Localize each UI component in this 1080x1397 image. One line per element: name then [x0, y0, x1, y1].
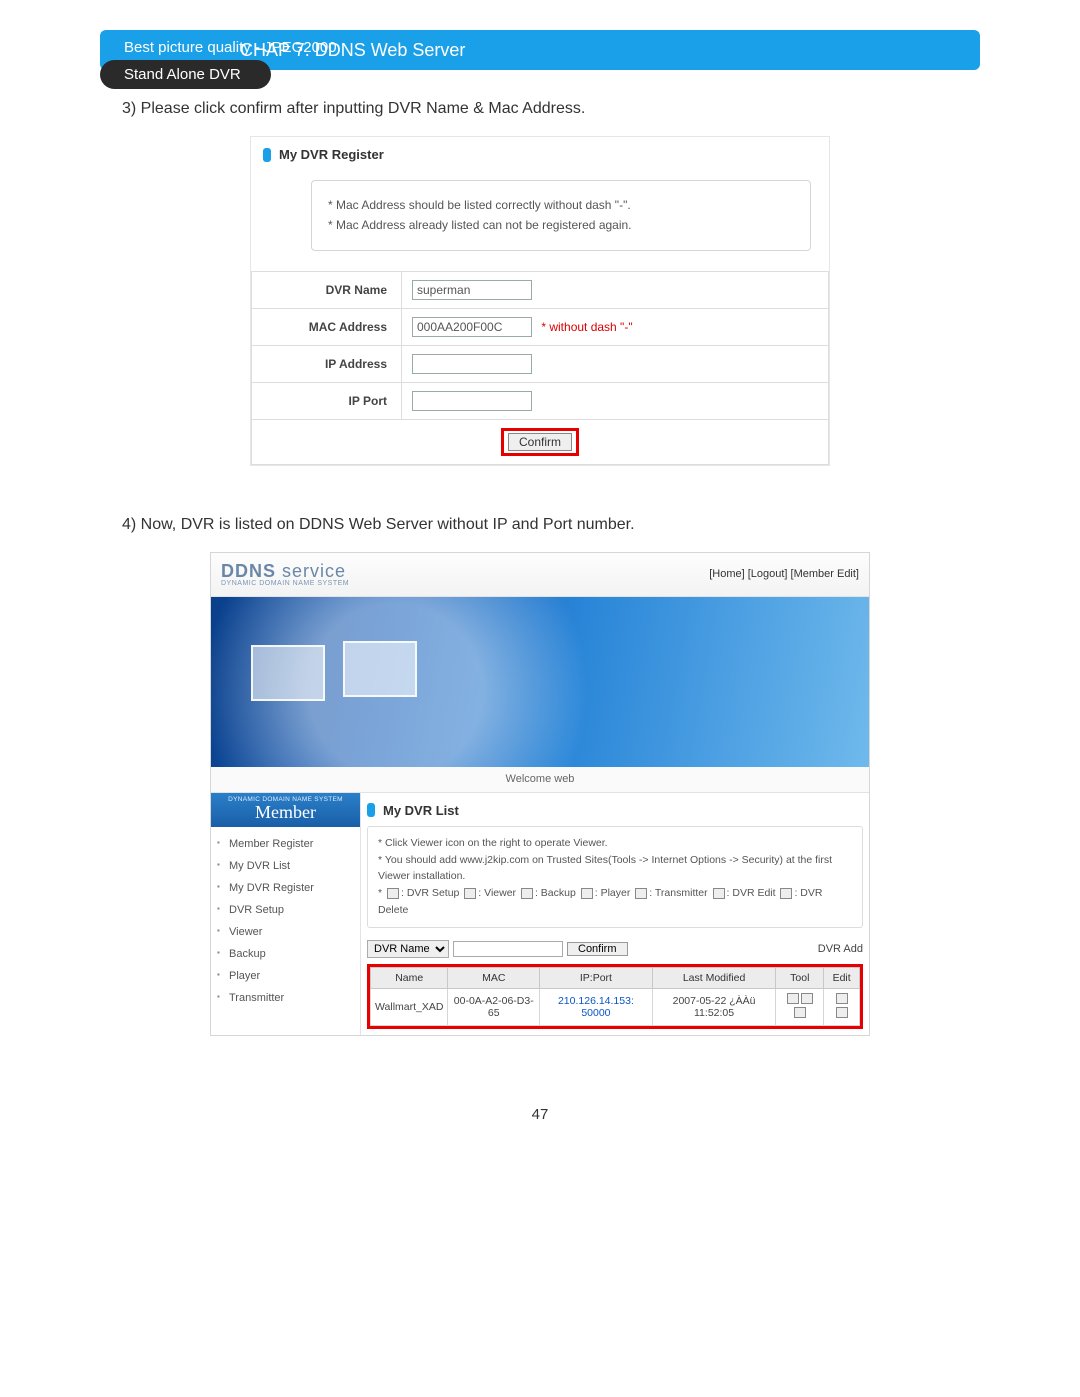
mac-hint: * without dash "-" — [541, 320, 632, 334]
tool-icon-3[interactable] — [794, 1007, 806, 1018]
ip-input[interactable] — [412, 354, 532, 374]
ddns-logo: DDNS service DYNAMIC DOMAIN NAME SYSTEM — [221, 561, 349, 587]
sidebar-item-my-dvr-list[interactable]: My DVR List — [211, 855, 360, 877]
main-content: My DVR List * Click Viewer icon on the r… — [361, 793, 869, 1035]
label-mac: MAC Address — [252, 308, 402, 345]
col-ipport: IP:Port — [540, 967, 653, 988]
search-input[interactable] — [453, 941, 563, 957]
legend-player: : Player — [595, 887, 634, 899]
col-edit: Edit — [824, 967, 860, 988]
search-confirm-button[interactable]: Confirm — [567, 942, 628, 956]
ddns-page: DDNS service DYNAMIC DOMAIN NAME SYSTEM … — [210, 552, 870, 1036]
sidebar-item-backup[interactable]: Backup — [211, 943, 360, 965]
legend-icon-transmitter — [635, 888, 647, 899]
delete-icon[interactable] — [836, 1007, 848, 1018]
list-title: My DVR List — [383, 803, 459, 818]
header-pill: Stand Alone DVR — [100, 60, 271, 89]
confirm-button[interactable]: Confirm — [508, 433, 572, 451]
sidebar-item-my-dvr-register[interactable]: My DVR Register — [211, 877, 360, 899]
register-notes: * Mac Address should be listed correctly… — [311, 180, 811, 251]
info-2: * You should add www.j2kip.com on Truste… — [378, 852, 852, 886]
label-dvr-name: DVR Name — [252, 271, 402, 308]
search-field-select[interactable]: DVR Name — [367, 940, 449, 958]
legend-icon-setup — [387, 888, 399, 899]
tool-icon-2[interactable] — [801, 993, 813, 1004]
page-header: Best picture quality - JPEG2000 CHAP 7. … — [100, 30, 980, 70]
register-title: My DVR Register — [279, 147, 384, 162]
legend-icon-edit — [713, 888, 725, 899]
cell-mac: 00-0A-A2-06-D3-65 — [448, 988, 540, 1025]
legend-icon-backup — [521, 888, 533, 899]
legend-icon-viewer — [464, 888, 476, 899]
sidebar-item-member-register[interactable]: Member Register — [211, 833, 360, 855]
sidebar-item-player[interactable]: Player — [211, 965, 360, 987]
info-box: * Click Viewer icon on the right to oper… — [367, 826, 863, 928]
logo-sub: service — [276, 561, 346, 581]
welcome-bar: Welcome web — [211, 767, 869, 793]
step-4-text: 4) Now, DVR is listed on DDNS Web Server… — [122, 516, 980, 534]
dvr-add-link[interactable]: DVR Add — [818, 943, 863, 955]
legend-edit: : DVR Edit — [727, 887, 779, 899]
label-ip: IP Address — [252, 345, 402, 382]
logo-main: DDNS — [221, 561, 276, 581]
legend-setup: : DVR Setup — [401, 887, 462, 899]
info-1: * Click Viewer icon on the right to oper… — [378, 835, 852, 852]
col-tool: Tool — [776, 967, 824, 988]
col-mac: MAC — [448, 967, 540, 988]
step-3-text: 3) Please click confirm after inputting … — [122, 100, 980, 118]
title-dot-icon — [367, 803, 375, 817]
col-name: Name — [371, 967, 448, 988]
cell-ipport[interactable]: 210.126.14.153: 50000 — [540, 988, 653, 1025]
banner-image — [211, 597, 869, 767]
top-links[interactable]: [Home] [Logout] [Member Edit] — [709, 568, 859, 580]
cell-tool — [776, 988, 824, 1025]
legend-icon-player — [581, 888, 593, 899]
sidebar-header: DYNAMIC DOMAIN NAME SYSTEM Member — [211, 793, 360, 827]
dvr-table-highlight: Name MAC IP:Port Last Modified Tool Edit… — [367, 964, 863, 1029]
legend-backup: : Backup — [535, 887, 579, 899]
label-port: IP Port — [252, 382, 402, 419]
legend-icon-delete — [780, 888, 792, 899]
col-modified: Last Modified — [652, 967, 776, 988]
sidebar-item-dvr-setup[interactable]: DVR Setup — [211, 899, 360, 921]
title-dot-icon — [263, 148, 271, 162]
register-form: DVR Name MAC Address * without dash "-" … — [251, 271, 829, 465]
cell-name: Wallmart_XAD — [371, 988, 448, 1025]
note-1: * Mac Address should be listed correctly… — [328, 195, 794, 215]
cell-edit — [824, 988, 860, 1025]
sidebar-item-transmitter[interactable]: Transmitter — [211, 987, 360, 1009]
port-input[interactable] — [412, 391, 532, 411]
sidebar-item-viewer[interactable]: Viewer — [211, 921, 360, 943]
logo-small: DYNAMIC DOMAIN NAME SYSTEM — [221, 580, 349, 587]
mac-input[interactable] — [412, 317, 532, 337]
table-row: Wallmart_XAD 00-0A-A2-06-D3-65 210.126.1… — [371, 988, 860, 1025]
confirm-highlight: Confirm — [501, 428, 579, 456]
page-number: 47 — [100, 1106, 980, 1123]
legend-viewer: : Viewer — [478, 887, 519, 899]
sidebar-header-small: DYNAMIC DOMAIN NAME SYSTEM — [211, 796, 360, 803]
dvr-table: Name MAC IP:Port Last Modified Tool Edit… — [370, 967, 860, 1026]
sidebar: DYNAMIC DOMAIN NAME SYSTEM Member Member… — [211, 793, 361, 1035]
legend-prefix: * — [378, 887, 385, 899]
tool-icon-1[interactable] — [787, 993, 799, 1004]
edit-icon[interactable] — [836, 993, 848, 1004]
sidebar-header-big: Member — [211, 803, 360, 821]
header-left: Best picture quality - JPEG2000 — [124, 39, 337, 56]
note-2: * Mac Address already listed can not be … — [328, 215, 794, 235]
legend-row: * : DVR Setup : Viewer : Backup : Player… — [378, 885, 852, 919]
legend-transmitter: : Transmitter — [649, 887, 710, 899]
dvr-name-input[interactable] — [412, 280, 532, 300]
cell-modified: 2007-05-22 ¿ÀÀü 11:52:05 — [652, 988, 776, 1025]
search-row: DVR Name Confirm DVR Add — [367, 936, 863, 962]
register-panel: My DVR Register * Mac Address should be … — [250, 136, 830, 466]
